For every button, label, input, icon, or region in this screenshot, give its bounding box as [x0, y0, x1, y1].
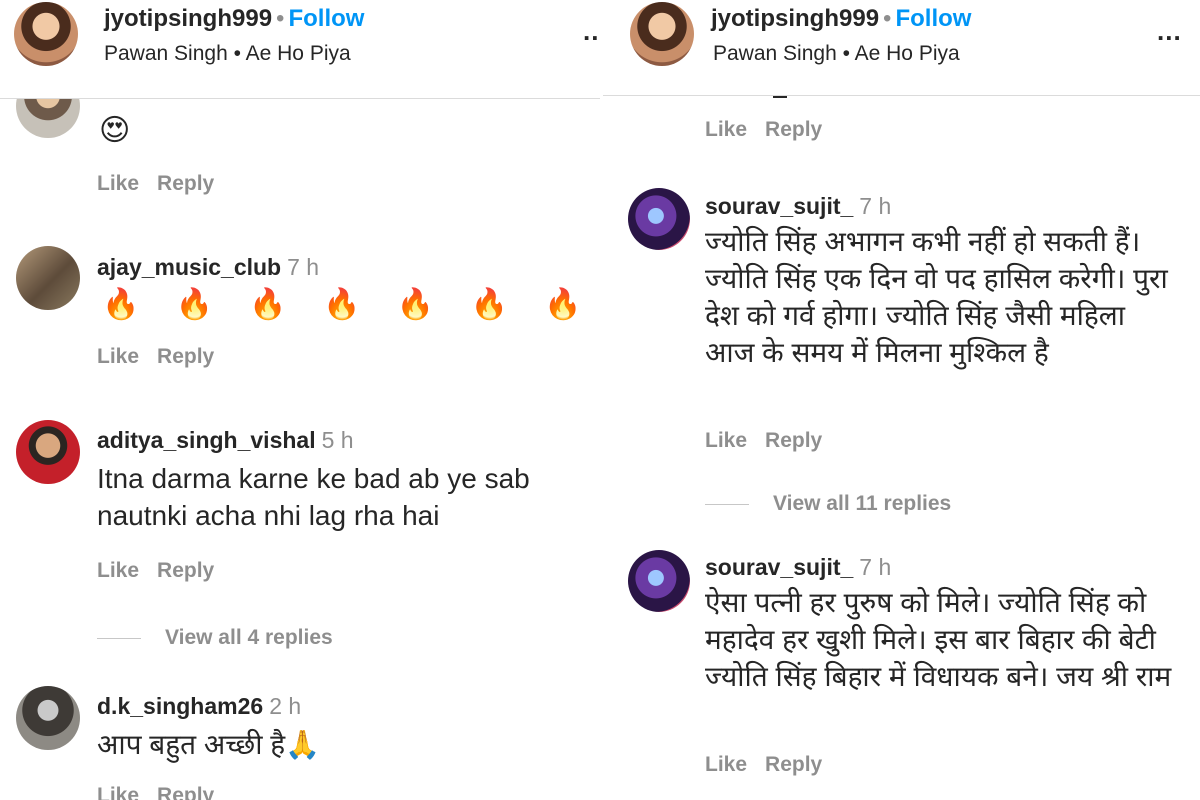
- view-replies-button[interactable]: View all 11 replies: [705, 492, 951, 516]
- reply-button[interactable]: Reply: [765, 118, 822, 141]
- author-avatar[interactable]: [14, 2, 78, 66]
- view-replies-label[interactable]: View all 4 replies: [165, 626, 333, 649]
- comment-actions: Like Reply: [97, 559, 214, 583]
- author-username[interactable]: jyotipsingh999: [711, 5, 879, 32]
- author-line: jyotipsingh999 • Follow: [711, 5, 971, 33]
- username-text[interactable]: sourav_sujit_: [705, 193, 853, 219]
- comment-time: 2 h: [269, 693, 302, 719]
- comment-username[interactable]: sourav_sujit_ 7 h: [705, 193, 891, 220]
- comment-text: आप बहुत अच्छी है🙏: [97, 729, 320, 760]
- audio-track[interactable]: Pawan Singh • Ae Ho Piya: [104, 42, 351, 66]
- reply-button[interactable]: Reply: [765, 753, 822, 776]
- commenter-avatar[interactable]: [16, 420, 80, 484]
- comment-actions: Like Reply: [97, 784, 214, 800]
- comment-time: 5 h: [321, 427, 354, 453]
- comment-text: Itna darma karne ke bad ab ye sab nautnk…: [97, 463, 530, 531]
- username-text[interactable]: d.k_singham26: [97, 693, 263, 719]
- reply-button[interactable]: Reply: [765, 429, 822, 452]
- comment-text: ज्योति सिंह अभागन कभी नहीं हो सकती हैं। …: [705, 226, 1168, 368]
- commenter-avatar[interactable]: [16, 246, 80, 310]
- more-options-icon[interactable]: ...: [1157, 16, 1182, 47]
- replies-divider: [705, 503, 749, 505]
- like-button[interactable]: Like: [97, 345, 139, 368]
- view-replies-label[interactable]: View all 11 replies: [773, 492, 951, 515]
- comment-text: 🔥 🔥 🔥 🔥 🔥 🔥 🔥: [102, 288, 596, 321]
- replies-divider: [97, 637, 141, 639]
- comment-username[interactable]: sourav_sujit_ 7 h: [705, 554, 891, 581]
- comment-text: 😍: [99, 114, 131, 147]
- comment-actions: Like Reply: [97, 172, 214, 196]
- comment-text: ऐसा पत्नी हर पुरुष को मिले। ज्योति सिंह …: [705, 587, 1172, 692]
- audio-track[interactable]: Pawan Singh • Ae Ho Piya: [713, 42, 960, 66]
- comment-time: 7 h: [859, 554, 892, 580]
- follow-button[interactable]: Follow: [288, 5, 364, 32]
- separator-dot: •: [276, 5, 285, 32]
- comment-actions: Like Reply: [705, 118, 822, 142]
- commenter-avatar[interactable]: [16, 686, 80, 750]
- comment-actions: Like Reply: [705, 753, 822, 777]
- username-text[interactable]: ajay_music_club: [97, 254, 281, 280]
- like-button[interactable]: Like: [97, 784, 139, 800]
- reply-button[interactable]: Reply: [157, 559, 214, 582]
- commenter-avatar[interactable]: [628, 188, 690, 250]
- comment-time: 7 h: [287, 254, 320, 280]
- view-replies-button[interactable]: View all 4 replies: [97, 626, 333, 650]
- comment-time: 7 h: [859, 193, 892, 219]
- right-comments-panel: Like Reply sourav_sujit_ 7 h ज्योति सिंह अ…: [603, 0, 1200, 800]
- like-button[interactable]: Like: [705, 118, 747, 141]
- comment-username[interactable]: aditya_singh_vishal 5 h: [97, 427, 354, 454]
- reply-button[interactable]: Reply: [157, 345, 214, 368]
- reply-button[interactable]: Reply: [157, 784, 214, 800]
- comment-actions: Like Reply: [705, 429, 822, 453]
- comment-username[interactable]: d.k_singham26 2 h: [97, 693, 301, 720]
- author-line: jyotipsingh999 • Follow: [104, 5, 364, 33]
- like-button[interactable]: Like: [97, 172, 139, 195]
- like-button[interactable]: Like: [705, 429, 747, 452]
- like-button[interactable]: Like: [97, 559, 139, 582]
- username-text[interactable]: aditya_singh_vishal: [97, 427, 316, 453]
- left-comments-panel: 😍 Like Reply ajay_music_club 7 h 🔥 🔥 🔥 🔥 🔥…: [0, 0, 600, 800]
- commenter-avatar[interactable]: [628, 550, 690, 612]
- reply-button[interactable]: Reply: [157, 172, 214, 195]
- like-button[interactable]: Like: [705, 753, 747, 776]
- author-avatar[interactable]: [630, 2, 694, 66]
- username-text[interactable]: sourav_sujit_: [705, 554, 853, 580]
- post-header: jyotipsingh999 • Follow Pawan Singh • Ae H…: [0, 0, 600, 99]
- follow-button[interactable]: Follow: [895, 5, 971, 32]
- comment-actions: Like Reply: [97, 345, 214, 369]
- comment-username[interactable]: ajay_music_club 7 h: [97, 254, 319, 281]
- author-username[interactable]: jyotipsingh999: [104, 5, 272, 32]
- more-options-icon[interactable]: ...: [583, 16, 600, 47]
- post-header: jyotipsingh999 • Follow Pawan Singh • Ae H…: [603, 0, 1200, 96]
- separator-dot: •: [883, 5, 892, 32]
